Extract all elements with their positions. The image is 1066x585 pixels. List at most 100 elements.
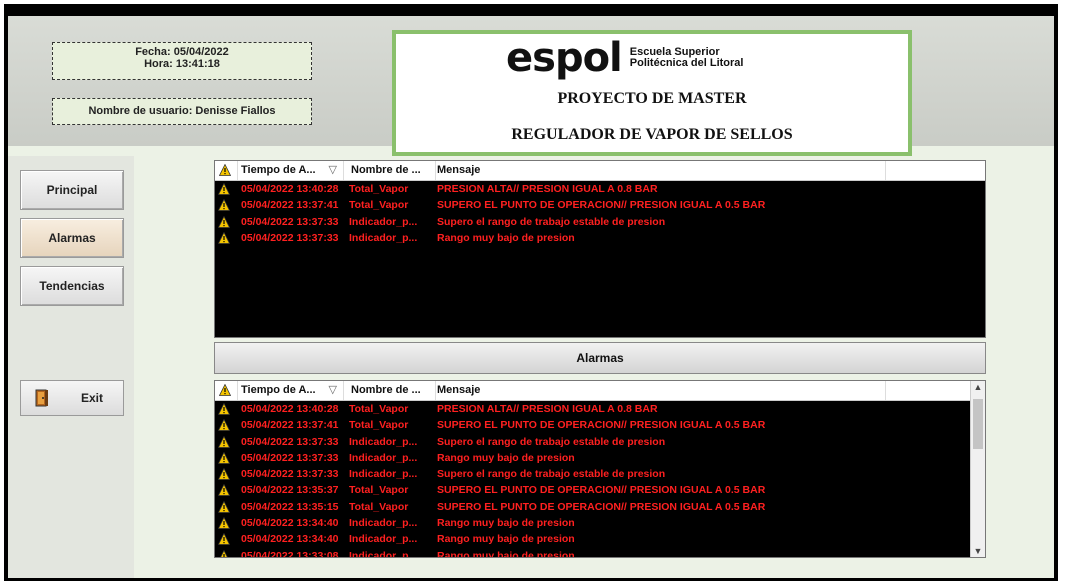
table-row[interactable]: 05/04/2022 13:34:40 Indicador_p... Rango m…	[215, 531, 971, 547]
datetime-box: Fecha: 05/04/2022 Hora: 13:41:18	[52, 42, 312, 80]
cell-time: 05/04/2022 13:35:37	[241, 484, 339, 497]
warning-icon	[218, 403, 230, 415]
cell-message: Supero el rango de trabajo estable de pr…	[437, 435, 666, 448]
cell-name: Total_Vapor	[349, 500, 409, 513]
cell-name: Indicador_p...	[349, 435, 418, 448]
vertical-scrollbar[interactable]: ▲ ▼	[970, 381, 985, 557]
cell-time: 05/04/2022 13:40:28	[241, 403, 339, 415]
cell-time: 05/04/2022 13:33:08	[241, 549, 339, 558]
cell-message: PRESION ALTA// PRESION IGUAL A 0.8 BAR	[437, 403, 658, 415]
cell-name: Total_Vapor	[349, 419, 409, 432]
cell-name: Indicador_p...	[349, 215, 418, 228]
cell-message: Rango muy bajo de presion	[437, 231, 575, 244]
warning-icon	[218, 435, 230, 448]
cell-time: 05/04/2022 13:34:40	[241, 533, 339, 546]
header-time-label: Tiempo de A...	[241, 164, 316, 176]
header-time-label: Tiempo de A...	[241, 384, 316, 396]
principal-button[interactable]: Principal	[20, 170, 124, 210]
warning-icon	[218, 517, 230, 529]
scroll-down-icon[interactable]: ▼	[971, 546, 985, 556]
table-row[interactable]: 05/04/2022 13:34:40 Indicador_p... Rango m…	[215, 515, 971, 531]
table-row[interactable]: 05/04/2022 13:37:41 Total_Vapor SUPERO EL …	[215, 417, 971, 433]
table-row[interactable]: 05/04/2022 13:35:15 Total_Vapor SUPERO EL …	[215, 499, 971, 515]
alarmas-button[interactable]: Alarmas	[20, 218, 124, 258]
warning-icon	[219, 164, 231, 176]
table-row[interactable]: 05/04/2022 13:40:28 Total_Vapor PRESION AL…	[215, 401, 971, 417]
warning-icon	[218, 199, 230, 212]
cell-name: Indicador_p...	[349, 231, 418, 244]
cell-time: 05/04/2022 13:37:33	[241, 231, 339, 244]
cell-name: Indicador_p...	[349, 468, 418, 481]
header-panel: Fecha: 05/04/2022 Hora: 13:41:18 Nombre …	[8, 16, 1054, 156]
table-row[interactable]: 05/04/2022 13:37:33 Indicador_p... Rango m…	[215, 450, 971, 466]
cell-time: 05/04/2022 13:40:28	[241, 183, 339, 195]
sort-arrow-icon: ▽	[328, 164, 337, 176]
warning-icon	[218, 419, 230, 432]
alarm-rows: 05/04/2022 13:40:28 Total_Vapor PRESION AL…	[215, 181, 985, 246]
table-row[interactable]: 05/04/2022 13:35:37 Total_Vapor SUPERO EL …	[215, 482, 971, 498]
tendencias-button[interactable]: Tendencias	[20, 266, 124, 306]
warning-icon	[218, 231, 230, 244]
system-title: REGULADOR DE VAPOR DE SELLOS	[511, 126, 793, 143]
cell-message: Supero el rango de trabajo estable de pr…	[437, 215, 666, 228]
cell-time: 05/04/2022 13:37:33	[241, 215, 339, 228]
table-row[interactable]: 05/04/2022 13:40:28 Total_Vapor PRESION AL…	[215, 181, 985, 197]
cell-name: Indicador_p...	[349, 533, 418, 546]
user-box: Nombre de usuario: Denisse Fiallos	[52, 98, 312, 125]
cell-message: SUPERO EL PUNTO DE OPERACION// PRESION I…	[437, 199, 766, 212]
active-alarms-table[interactable]: Tiempo de A... ▽ Nombre de ... Mensaje 05…	[214, 160, 986, 338]
table-row[interactable]: 05/04/2022 13:37:33 Indicador_p... Rango m…	[215, 230, 985, 246]
header-name[interactable]: Nombre de ...	[347, 161, 436, 180]
header-alert-col[interactable]	[215, 381, 238, 400]
top-bar	[8, 8, 1054, 16]
scroll-up-icon[interactable]: ▲	[971, 382, 985, 392]
table-header: Tiempo de A... ▽ Nombre de ... Mensaje	[215, 161, 985, 181]
table-row[interactable]: 05/04/2022 13:33:08 Indicador_p... Rango m…	[215, 548, 971, 558]
cell-message: SUPERO EL PUNTO DE OPERACION// PRESION I…	[437, 484, 766, 497]
date-text: Fecha: 05/04/2022	[135, 46, 229, 58]
table-row[interactable]: 05/04/2022 13:37:33 Indicador_p... Supero …	[215, 434, 971, 450]
sort-arrow-icon: ▽	[328, 384, 337, 396]
warning-icon	[218, 183, 230, 195]
cell-time: 05/04/2022 13:37:41	[241, 199, 339, 212]
cell-message: Rango muy bajo de presion	[437, 533, 575, 546]
cell-name: Total_Vapor	[349, 183, 409, 195]
table-row[interactable]: 05/04/2022 13:37:33 Indicador_p... Supero …	[215, 214, 985, 230]
table-header: Tiempo de A... ▽ Nombre de ... Mensaje	[215, 381, 985, 401]
cell-message: Rango muy bajo de presion	[437, 549, 575, 558]
warning-icon	[218, 500, 230, 513]
alarmas-toggle-button[interactable]: Alarmas	[214, 342, 986, 374]
table-row[interactable]: 05/04/2022 13:37:41 Total_Vapor SUPERO EL …	[215, 197, 985, 213]
cell-name: Total_Vapor	[349, 484, 409, 497]
warning-icon	[219, 384, 231, 396]
warning-icon	[218, 484, 230, 497]
hmi-window: Fecha: 05/04/2022 Hora: 13:41:18 Nombre …	[4, 4, 1058, 581]
cell-message: PRESION ALTA// PRESION IGUAL A 0.8 BAR	[437, 183, 658, 195]
cell-message: SUPERO EL PUNTO DE OPERACION// PRESION I…	[437, 419, 766, 432]
exit-button[interactable]: Exit	[20, 380, 124, 416]
header-time[interactable]: Tiempo de A... ▽	[241, 381, 344, 400]
user-text: Nombre de usuario: Denisse Fiallos	[88, 105, 276, 117]
sidebar: Principal Alarmas Tendencias Exit	[8, 156, 134, 578]
scrollbar-thumb[interactable]	[973, 399, 983, 449]
exit-label: Exit	[81, 391, 104, 405]
header-message[interactable]: Mensaje	[433, 161, 886, 180]
espol-logo: espol Escuela Superior Politécnica del L…	[506, 38, 743, 78]
logo-word: espol	[506, 35, 623, 81]
brand-panel: espol Escuela Superior Politécnica del L…	[392, 30, 912, 156]
cell-time: 05/04/2022 13:37:33	[241, 451, 339, 464]
cell-message: Rango muy bajo de presion	[437, 517, 575, 530]
main-content: Tiempo de A... ▽ Nombre de ... Mensaje 05…	[134, 156, 1054, 578]
cell-name: Indicador_p...	[349, 451, 418, 464]
cell-name: Indicador_p...	[349, 517, 418, 530]
cell-time: 05/04/2022 13:37:33	[241, 435, 339, 448]
alarm-history-table[interactable]: Tiempo de A... ▽ Nombre de ... Mensaje 05…	[214, 380, 986, 558]
warning-icon	[218, 533, 230, 546]
header-name[interactable]: Nombre de ...	[347, 381, 436, 400]
header-time[interactable]: Tiempo de A... ▽	[241, 161, 344, 180]
warning-icon	[218, 451, 230, 464]
header-message[interactable]: Mensaje	[433, 381, 886, 400]
table-row[interactable]: 05/04/2022 13:37:33 Indicador_p... Supero …	[215, 466, 971, 482]
header-alert-col[interactable]	[215, 161, 238, 180]
project-title: PROYECTO DE MASTER	[557, 90, 747, 107]
